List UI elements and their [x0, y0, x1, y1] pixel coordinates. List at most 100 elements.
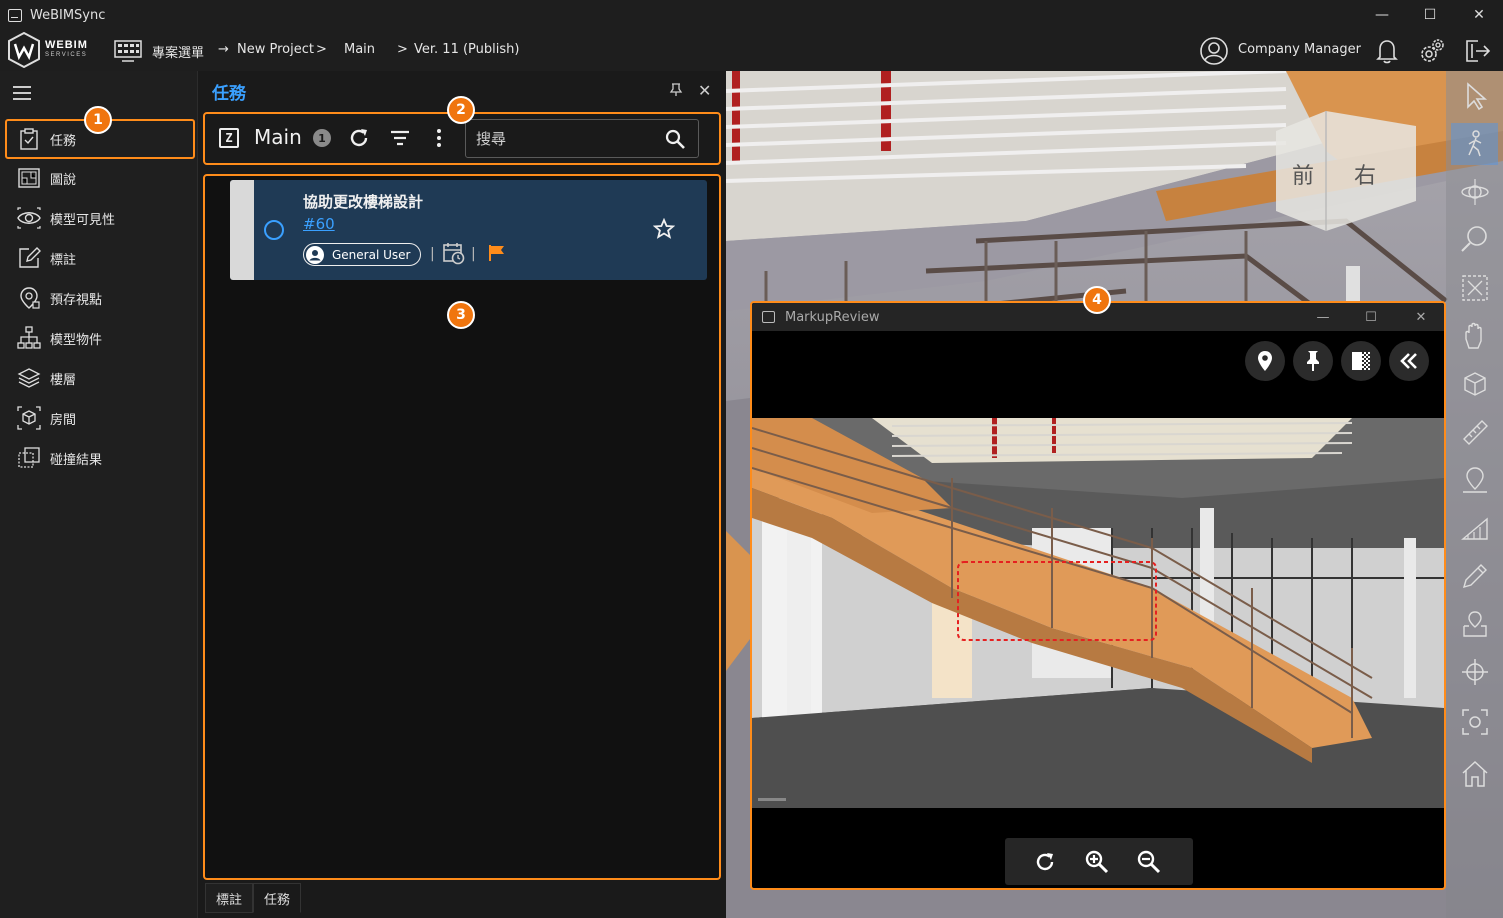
breadcrumb-project[interactable]: New Project — [237, 42, 314, 57]
sidebar-item-clash-results[interactable]: 碰撞結果 — [5, 438, 195, 478]
screenshot-icon[interactable] — [1460, 707, 1490, 737]
panel-title: 任務 — [212, 84, 246, 104]
window-titlebar: WeBIMSync — ☐ ✕ — [0, 0, 1503, 30]
location-marker-icon — [1258, 351, 1272, 371]
hamburger-menu-icon[interactable] — [13, 86, 31, 100]
window-title: WeBIMSync — [30, 7, 106, 23]
tab-markups[interactable]: 標註 — [205, 883, 254, 913]
breadcrumb-separator: > — [316, 42, 327, 57]
project-menu-icon[interactable] — [114, 39, 142, 63]
breadcrumb-arrow: → — [218, 42, 229, 57]
logo-text-main: WEBIM — [45, 39, 88, 51]
eye-icon — [17, 207, 41, 229]
map-pin-icon[interactable] — [1460, 609, 1490, 639]
assignee-chip[interactable]: General User — [303, 243, 422, 266]
transparency-icon — [1352, 352, 1370, 370]
sidebar-item-saved-viewpoints[interactable]: 預存視點 — [5, 278, 195, 318]
more-options-icon[interactable] — [428, 127, 450, 149]
separator: | — [430, 246, 435, 262]
zoom-icon[interactable] — [1460, 224, 1490, 254]
star-icon[interactable] — [653, 218, 675, 240]
section-box-icon[interactable] — [1460, 369, 1490, 399]
collapse-button[interactable] — [1389, 341, 1429, 381]
breadcrumb-model[interactable]: Main — [344, 42, 375, 57]
sidebar-item-label: 房間 — [50, 412, 77, 428]
due-date-icon[interactable] — [442, 241, 466, 265]
breadcrumb-version[interactable]: Ver. 11 (Publish) — [414, 42, 519, 57]
target-icon[interactable] — [1460, 657, 1490, 687]
model-type-badge: Z — [219, 128, 239, 148]
search-input[interactable] — [476, 128, 656, 150]
select-cursor-icon[interactable] — [1460, 81, 1490, 111]
bell-icon[interactable] — [1372, 36, 1402, 66]
task-card[interactable]: 協助更改樓梯設計 #60 General User | | — [230, 180, 707, 280]
location-pin-icon[interactable] — [1460, 465, 1490, 495]
sidebar-item-floors[interactable]: 樓層 — [5, 358, 195, 398]
clash-icon — [18, 447, 40, 468]
user-name[interactable]: Company Manager — [1238, 42, 1361, 57]
task-count-badge: 1 — [313, 129, 331, 147]
viewcube-right-face[interactable]: 右 — [1354, 164, 1376, 189]
callout-badge-2: 2 — [447, 96, 475, 124]
close-panel-button[interactable]: ✕ — [698, 81, 711, 100]
search-icon[interactable] — [664, 128, 686, 150]
sidebar-item-label: 模型可見性 — [50, 212, 116, 228]
sidebar-item-rooms[interactable]: 房間 — [5, 398, 195, 438]
logout-icon[interactable] — [1462, 36, 1492, 66]
home-icon[interactable] — [1460, 759, 1490, 789]
assignee-name: General User — [332, 247, 411, 262]
markup-review-window: MarkupReview — ☐ ✕ — [750, 301, 1446, 890]
location-button[interactable] — [1245, 341, 1285, 381]
search-box[interactable] — [465, 119, 699, 158]
task-complete-radio[interactable] — [264, 220, 284, 240]
task-list: 協助更改樓梯設計 #60 General User | | — [203, 174, 721, 880]
gear-icon[interactable] — [1417, 36, 1447, 66]
task-card-strip — [230, 180, 254, 280]
task-panel: 任務 ✕ Z Main 1 協助更改樓梯設計 #60 General User … — [199, 71, 725, 918]
markup-review-title: MarkupReview — [785, 309, 880, 325]
transparency-button[interactable] — [1341, 341, 1381, 381]
walk-icon[interactable] — [1460, 129, 1490, 159]
breadcrumb-project-menu[interactable]: 專案選單 — [152, 42, 204, 61]
viewcube-front-face[interactable]: 前 — [1292, 164, 1314, 189]
webim-logo-icon — [8, 32, 40, 68]
markup-snapshot[interactable] — [752, 418, 1444, 808]
sidebar-item-drawings[interactable]: 圖說 — [5, 158, 195, 198]
filter-icon[interactable] — [389, 127, 411, 149]
callout-badge-4: 4 — [1083, 286, 1111, 314]
markup-pen-icon[interactable] — [1460, 561, 1490, 591]
pan-hand-icon[interactable] — [1460, 321, 1490, 351]
zoom-extents-icon[interactable] — [1460, 273, 1490, 303]
task-id-link[interactable]: #60 — [303, 215, 335, 233]
sidebar-item-model-objects[interactable]: 模型物件 — [5, 318, 195, 358]
task-title[interactable]: 協助更改樓梯設計 — [303, 191, 423, 212]
user-avatar-icon[interactable] — [1199, 36, 1229, 66]
minimize-button[interactable]: — — [1358, 0, 1406, 30]
refresh-icon[interactable] — [348, 127, 370, 149]
measure-icon[interactable] — [1460, 417, 1490, 447]
tab-tasks[interactable]: 任務 — [253, 883, 302, 913]
pin-panel-icon[interactable] — [669, 83, 683, 97]
slope-icon[interactable] — [1460, 513, 1490, 543]
markup-scene-image — [752, 418, 1444, 808]
zoom-out-icon[interactable] — [1136, 849, 1162, 875]
viewport-toolbar — [1446, 71, 1503, 918]
sidebar-item-markups[interactable]: 標註 — [5, 238, 195, 278]
left-sidebar: 任務 圖說 模型可見性 標註 預存視點 模型物件 樓層 房間 碰撞結果 — [0, 71, 198, 918]
sidebar-item-model-visibility[interactable]: 模型可見性 — [5, 198, 195, 238]
priority-flag-icon — [489, 245, 504, 261]
user-icon — [306, 245, 324, 264]
markup-review-minimize-button[interactable]: — — [1300, 303, 1346, 331]
reset-view-icon[interactable] — [1032, 849, 1058, 875]
markup-review-maximize-button[interactable]: ☐ — [1348, 303, 1394, 331]
pushpin-icon — [1307, 351, 1319, 371]
markup-review-close-button[interactable]: ✕ — [1398, 303, 1444, 331]
close-button[interactable]: ✕ — [1455, 0, 1503, 30]
breadcrumb-separator: > — [397, 42, 408, 57]
orbit-icon[interactable] — [1460, 177, 1490, 207]
edit-icon — [19, 247, 41, 268]
webim-logo[interactable]: WEBIM SERVICES — [7, 32, 88, 68]
maximize-button[interactable]: ☐ — [1406, 0, 1454, 30]
zoom-in-icon[interactable] — [1084, 849, 1110, 875]
pin-button[interactable] — [1293, 341, 1333, 381]
